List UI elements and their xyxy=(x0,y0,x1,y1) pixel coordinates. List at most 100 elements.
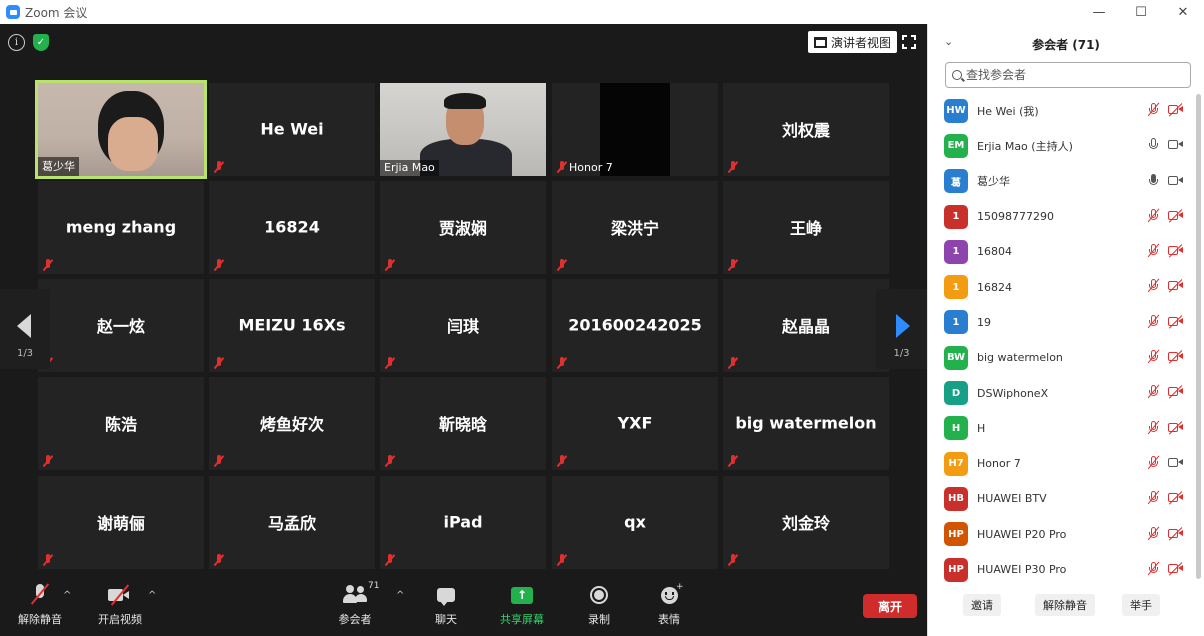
record-button[interactable]: 录制 xyxy=(588,582,610,627)
fullscreen-icon[interactable] xyxy=(902,35,916,49)
video-off-icon[interactable] xyxy=(1168,562,1184,576)
video-icon[interactable] xyxy=(1168,139,1184,151)
participant-row[interactable]: EM Erjia Mao (主持人) xyxy=(928,128,1194,163)
audio-options-caret[interactable]: ^ xyxy=(63,590,71,601)
video-tile[interactable]: Honor 7 xyxy=(552,83,718,176)
mic-muted-icon[interactable] xyxy=(1147,102,1161,118)
participant-row[interactable]: 1 19 xyxy=(928,305,1194,340)
mic-muted-icon[interactable] xyxy=(1147,314,1161,330)
video-tile[interactable]: 贾淑娴 xyxy=(380,181,546,274)
mic-muted-icon[interactable] xyxy=(1147,384,1161,400)
minimize-button[interactable]: — xyxy=(1078,0,1120,24)
participant-row[interactable]: 1 16824 xyxy=(928,269,1194,304)
participant-row[interactable]: D DSWiphoneX xyxy=(928,375,1194,410)
video-tile[interactable]: He Wei xyxy=(209,83,375,176)
participant-row[interactable]: HP HUAWEI P20 Pro xyxy=(928,517,1194,552)
video-tile[interactable]: 刘权震 xyxy=(723,83,889,176)
video-tile[interactable]: big watermelon xyxy=(723,377,889,470)
video-tile[interactable]: 靳晓晗 xyxy=(380,377,546,470)
participant-row[interactable]: H7 Honor 7 xyxy=(928,446,1194,481)
mic-muted-icon[interactable] xyxy=(1147,455,1161,471)
video-tile[interactable]: 赵一炫 xyxy=(38,279,204,372)
microphone-icon[interactable] xyxy=(1147,173,1161,189)
reactions-button[interactable]: + 表情 xyxy=(658,582,684,627)
collapse-panel-icon[interactable]: ⌄ xyxy=(944,35,953,48)
security-shield-icon[interactable]: ✓ xyxy=(33,34,49,51)
participants-count: 71 xyxy=(368,581,380,591)
speaker-view-button[interactable]: 演讲者视图 xyxy=(808,31,898,53)
invite-button[interactable]: 邀请 xyxy=(963,594,1001,616)
participant-search-box[interactable] xyxy=(945,62,1191,88)
participant-row[interactable]: HH xyxy=(928,411,1194,446)
close-button[interactable]: ✕ xyxy=(1162,0,1204,24)
mic-muted-icon[interactable] xyxy=(1147,349,1161,365)
video-icon[interactable] xyxy=(1168,457,1184,469)
mic-muted-icon[interactable] xyxy=(1147,490,1161,506)
start-video-button[interactable]: 开启视频 xyxy=(98,582,142,627)
video-tile[interactable]: MEIZU 16Xs xyxy=(209,279,375,372)
meeting-info-icon[interactable]: i xyxy=(8,34,25,51)
video-off-icon[interactable] xyxy=(1168,420,1184,435)
avatar: HB xyxy=(944,486,968,511)
participant-row[interactable]: 1 15098777290 xyxy=(928,199,1194,234)
video-off-icon[interactable] xyxy=(1168,350,1184,364)
video-off-icon[interactable] xyxy=(1168,103,1184,117)
participant-row[interactable]: HP HUAWEI P30 Pro xyxy=(928,552,1194,587)
leave-meeting-button[interactable]: 离开 xyxy=(863,594,917,618)
video-icon[interactable] xyxy=(1168,175,1184,187)
video-off-icon[interactable] xyxy=(1168,526,1184,541)
video-off-icon[interactable] xyxy=(1168,209,1184,223)
video-tile[interactable]: 陈浩 xyxy=(38,377,204,470)
share-screen-button[interactable]: ↑ 共享屏幕 xyxy=(500,582,544,627)
participants-button[interactable]: 71 参会者 xyxy=(338,581,380,627)
participants-options-caret[interactable]: ^ xyxy=(396,590,404,601)
participant-search-input[interactable] xyxy=(966,68,1166,82)
mic-muted-icon[interactable] xyxy=(1147,278,1161,294)
video-tile[interactable]: 闫琪 xyxy=(380,279,546,372)
mic-muted-icon[interactable] xyxy=(1147,208,1161,224)
video-tile[interactable]: 谢萌俪 xyxy=(38,476,204,569)
video-off-icon[interactable] xyxy=(1168,491,1184,506)
participant-row[interactable]: HB HUAWEI BTV xyxy=(928,481,1194,516)
video-tile[interactable]: 梁洪宁 xyxy=(552,181,718,274)
video-options-caret[interactable]: ^ xyxy=(148,590,156,601)
unmute-self-button[interactable]: 解除静音 xyxy=(1035,594,1095,616)
raise-hand-button[interactable]: 举手 xyxy=(1122,594,1160,616)
mic-muted-icon[interactable] xyxy=(1147,561,1161,577)
mic-muted-icon[interactable] xyxy=(1147,420,1161,436)
video-tile[interactable]: YXF xyxy=(552,377,718,470)
mic-muted-icon[interactable] xyxy=(1147,243,1161,259)
video-off-icon[interactable] xyxy=(1168,244,1184,259)
mic-muted-icon[interactable] xyxy=(1147,526,1161,542)
meeting-toolbar: 解除静音 ^ 开启视频 ^ 71 参会者 ^ 聊天 ↑ 共享屏幕 录制 + 表情… xyxy=(0,576,927,636)
video-tile[interactable]: Erjia Mao xyxy=(380,83,546,176)
video-tile[interactable]: qx xyxy=(552,476,718,569)
chat-button[interactable]: 聊天 xyxy=(435,582,457,627)
tile-name: 谢萌俪 xyxy=(96,513,145,533)
video-tile[interactable]: 赵晶晶 xyxy=(723,279,889,372)
video-tile[interactable]: 16824 xyxy=(209,181,375,274)
video-off-icon[interactable] xyxy=(1168,279,1184,294)
participant-row[interactable]: 葛葛少华 xyxy=(928,164,1194,199)
participant-row[interactable]: 1 16804 xyxy=(928,234,1194,269)
participant-row[interactable]: BW big watermelon xyxy=(928,340,1194,375)
video-off-icon[interactable] xyxy=(1168,385,1184,400)
video-tile[interactable]: 王峥 xyxy=(723,181,889,274)
video-tile[interactable]: 葛少华 xyxy=(35,80,207,179)
next-page-button[interactable]: 1/3 xyxy=(876,289,927,369)
video-tile[interactable]: meng zhang xyxy=(38,181,204,274)
video-tile[interactable]: 刘金玲 xyxy=(723,476,889,569)
maximize-button[interactable]: ☐ xyxy=(1120,0,1162,24)
video-off-icon[interactable] xyxy=(1168,314,1184,329)
unmute-button[interactable]: 解除静音 xyxy=(18,582,62,627)
video-tile[interactable]: 烤鱼好次 xyxy=(209,377,375,470)
video-tile[interactable]: 马孟欣 xyxy=(209,476,375,569)
participant-list-scrollbar[interactable] xyxy=(1196,94,1201,579)
video-tile[interactable]: iPad xyxy=(380,476,546,569)
participant-row[interactable]: HW He Wei (我) xyxy=(928,93,1194,128)
video-tile[interactable]: 201600242025 xyxy=(552,279,718,372)
previous-page-button[interactable]: 1/3 xyxy=(0,289,50,369)
chat-label: 聊天 xyxy=(435,613,457,626)
participant-name: 16824 xyxy=(977,280,1012,294)
microphone-icon[interactable] xyxy=(1147,137,1161,153)
